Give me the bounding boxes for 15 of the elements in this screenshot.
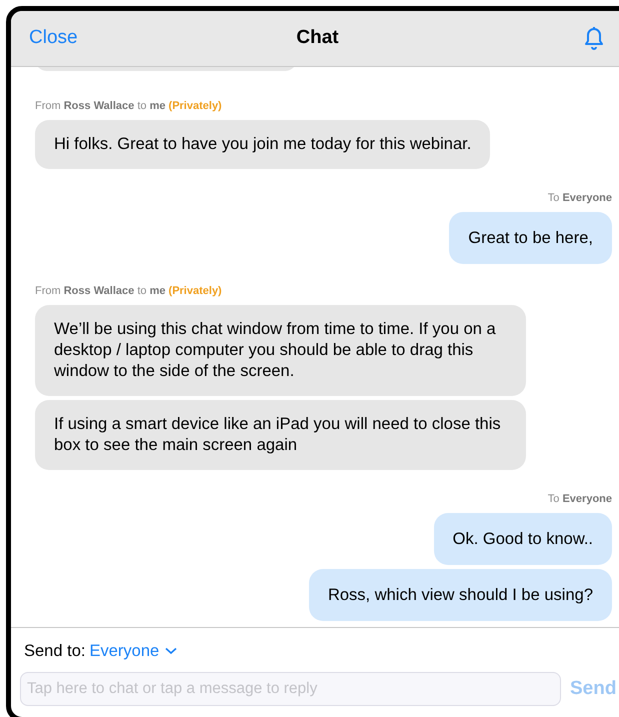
message-bubble[interactable]: If using a smart device like an iPad you will need to close this box to see the main screen again	[35, 400, 526, 470]
recipient-dropdown[interactable]: Everyone	[89, 638, 178, 664]
message-bubble[interactable]: Ok. Good to know..	[434, 513, 612, 565]
message-bubble[interactable]: We’ll be using this chat window from time to time. If you on a desktop / laptop computer you should be able to drag this window to the side of the screen.	[35, 305, 526, 396]
sender-line: From Ross Wallace to me (Privately)	[35, 284, 222, 298]
bell-icon[interactable]	[582, 25, 606, 51]
chevron-down-icon	[165, 647, 178, 655]
recipient-line: To Everyone	[548, 191, 612, 205]
send-to-label: Send to:	[24, 640, 86, 662]
recipient-line: To Everyone	[548, 492, 612, 506]
window-title: Chat	[296, 26, 339, 50]
message-bubble[interactable]: Hi folks. Great to have you join me today for this webinar.	[35, 120, 490, 169]
message-bubble[interactable]: Great to be here,	[449, 212, 612, 264]
sender-line: From Ross Wallace to me (Privately)	[35, 99, 222, 113]
message-bubble[interactable]: Ross, which view should I be using?	[308, 569, 612, 621]
